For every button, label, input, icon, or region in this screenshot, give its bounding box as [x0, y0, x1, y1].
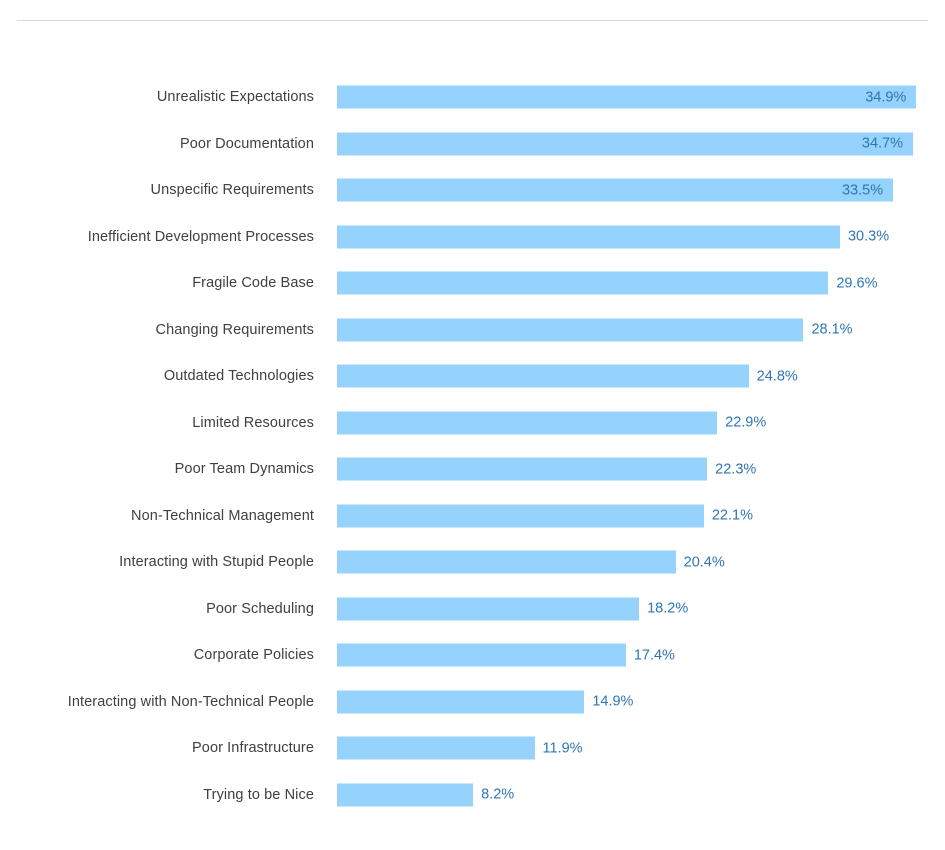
bar[interactable] — [337, 550, 676, 574]
bar-row: Interacting with Non-Technical People 14.… — [0, 679, 945, 726]
bar-track: 11.9% — [337, 736, 945, 760]
value-label: 30.3% — [847, 228, 890, 245]
value-label: 22.3% — [715, 461, 757, 477]
plot-area: Unrealistic Expectations 34.9% Poor Docume… — [0, 74, 945, 818]
value-label: 28.1% — [811, 321, 853, 338]
bar-track: 33.5% — [337, 178, 945, 202]
category-label: Corporate Policies — [193, 647, 314, 663]
bar[interactable] — [337, 643, 626, 667]
bar-row: Non-Technical Management 22.1% — [0, 493, 945, 540]
category-label: Fragile Code Base — [192, 275, 314, 291]
value-label: 29.6% — [836, 275, 878, 291]
value-label: 33.5% — [841, 182, 884, 198]
bar[interactable] — [337, 783, 474, 807]
bar-row: Poor Team Dynamics 22.3% — [0, 446, 945, 493]
bar-row: Fragile Code Base 29.6% — [0, 260, 945, 307]
value-label: 11.9% — [542, 740, 583, 756]
bar[interactable] — [337, 504, 704, 528]
bar-track: 24.8% — [337, 364, 945, 388]
value-label: 22.9% — [725, 414, 767, 431]
value-label: 34.7% — [861, 135, 904, 152]
value-label: 34.9% — [865, 89, 907, 105]
bar-chart: Unrealistic Expectations 34.9% Poor Docume… — [0, 0, 945, 850]
bar[interactable] — [337, 225, 840, 249]
category-label: Trying to be Nice — [203, 786, 314, 803]
category-label: Interacting with Non-Technical People — [67, 693, 314, 710]
bar[interactable] — [337, 271, 829, 295]
value-label: 14.9% — [592, 693, 634, 710]
category-label: Poor Documentation — [180, 135, 314, 152]
bar-row: Interacting with Stupid People 20.4% — [0, 539, 945, 586]
bar-row: Unspecific Requirements 33.5% — [0, 167, 945, 214]
category-label: Poor Scheduling — [206, 600, 314, 617]
bar-row: Trying to be Nice 8.2% — [0, 772, 945, 819]
bar[interactable] — [337, 411, 718, 435]
bar-row: Poor Scheduling 18.2% — [0, 586, 945, 633]
category-label: Outdated Technologies — [163, 368, 314, 384]
bar-track: 22.3% — [337, 457, 945, 481]
bar-track: 29.6% — [337, 271, 945, 295]
category-label: Interacting with Stupid People — [119, 554, 314, 570]
category-label: Poor Infrastructure — [192, 740, 314, 756]
bar-row: Inefficient Development Processes 30.3% — [0, 214, 945, 261]
bar-track: 22.1% — [337, 504, 945, 528]
bar-track: 34.9% — [337, 85, 945, 109]
category-label: Non-Technical Management — [131, 507, 314, 524]
category-label: Unspecific Requirements — [150, 182, 314, 198]
bar-row: Corporate Policies 17.4% — [0, 632, 945, 679]
value-label: 17.4% — [633, 647, 675, 663]
bar[interactable] — [337, 318, 804, 342]
bar-track: 18.2% — [337, 597, 945, 621]
bar-row: Outdated Technologies 24.8% — [0, 353, 945, 400]
bar-track: 34.7% — [337, 132, 945, 156]
bar-row: Poor Infrastructure 11.9% — [0, 725, 945, 772]
value-label: 24.8% — [756, 368, 798, 384]
bar-track: 14.9% — [337, 690, 945, 714]
bar-row: Unrealistic Expectations 34.9% — [0, 74, 945, 121]
value-label: 20.4% — [683, 554, 725, 570]
bar[interactable] — [337, 736, 535, 760]
top-divider — [17, 20, 928, 21]
bar[interactable] — [337, 690, 585, 714]
bar-track: 20.4% — [337, 550, 945, 574]
bar-track: 17.4% — [337, 643, 945, 667]
value-label: 8.2% — [481, 786, 515, 803]
category-label: Unrealistic Expectations — [156, 89, 314, 105]
category-label: Poor Team Dynamics — [174, 461, 314, 477]
bar[interactable] — [337, 457, 708, 481]
bar-row: Poor Documentation 34.7% — [0, 121, 945, 168]
category-label: Changing Requirements — [155, 321, 314, 338]
bar-row: Changing Requirements 28.1% — [0, 307, 945, 354]
bar[interactable] — [337, 597, 640, 621]
bar-track: 30.3% — [337, 225, 945, 249]
bar-track: 8.2% — [337, 783, 945, 807]
value-label: 18.2% — [647, 600, 689, 617]
bar[interactable] — [337, 364, 749, 388]
bar-track: 22.9% — [337, 411, 945, 435]
category-label: Limited Resources — [192, 414, 314, 431]
bar-row: Limited Resources 22.9% — [0, 400, 945, 447]
value-label: 22.1% — [711, 507, 753, 524]
category-label: Inefficient Development Processes — [87, 228, 314, 245]
bar-track: 28.1% — [337, 318, 945, 342]
